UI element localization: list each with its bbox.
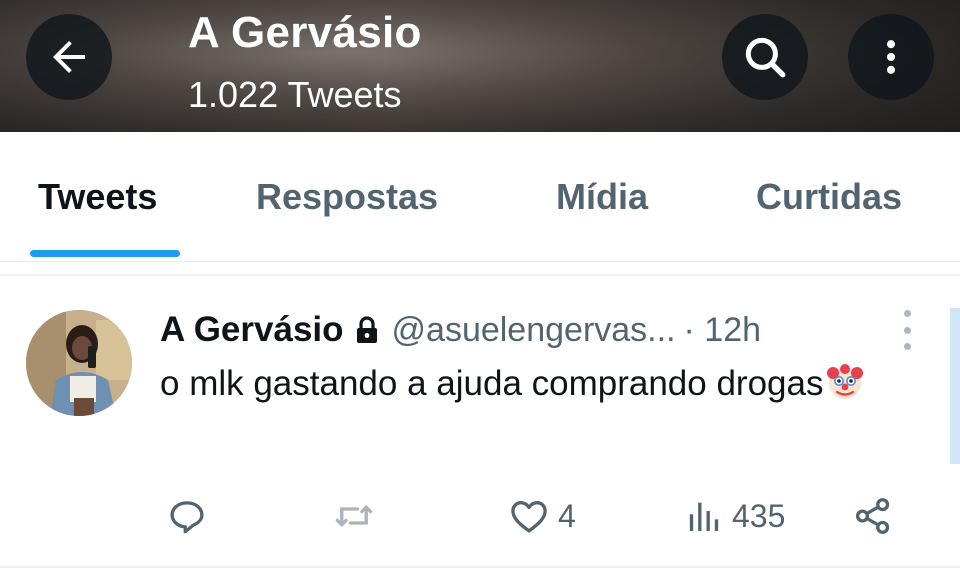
tweet-more-icon[interactable]: [896, 310, 918, 350]
retweet-icon: [335, 505, 373, 527]
lock-icon: [354, 315, 380, 345]
tweet-actions: 4 435: [0, 486, 960, 546]
retweet-button[interactable]: [332, 486, 384, 546]
search-button[interactable]: [722, 14, 808, 100]
like-count: 4: [558, 497, 576, 534]
tweet-item[interactable]: A Gervásio @asuelengervas... · 12h o mlk…: [0, 276, 960, 566]
header-tweet-count: 1.022 Tweets: [188, 74, 402, 115]
tab-tweets[interactable]: Tweets: [38, 176, 157, 218]
views-bar-chart-icon: [689, 502, 719, 531]
search-icon: [745, 37, 786, 78]
profile-tabs: Tweets Respostas Mídia Curtidas: [0, 132, 960, 262]
tweet-text: o mlk gastando a ajuda comprando drogas: [160, 358, 900, 416]
banner-overlay: [0, 0, 960, 132]
tweet-header: A Gervásio @asuelengervas... · 12h: [160, 306, 761, 354]
tab-midia[interactable]: Mídia: [556, 176, 648, 218]
views-count: 435: [732, 497, 786, 534]
tweet-timestamp[interactable]: · 12h: [684, 311, 762, 350]
like-button[interactable]: 4: [508, 486, 576, 546]
back-button[interactable]: [26, 14, 112, 100]
tab-curtidas[interactable]: Curtidas: [756, 176, 902, 218]
avatar-photo: [26, 310, 132, 416]
scroll-indicator: [950, 308, 960, 464]
avatar[interactable]: [26, 310, 132, 416]
divider: [0, 566, 960, 568]
views-button[interactable]: 435: [684, 486, 785, 546]
active-tab-indicator: [30, 250, 180, 257]
reply-button[interactable]: [166, 486, 216, 546]
author-handle[interactable]: @asuelengervas...: [392, 311, 676, 350]
more-vertical-icon: [886, 40, 896, 74]
profile-header-banner: A Gervásio 1.022 Tweets: [0, 0, 960, 132]
tab-respostas[interactable]: Respostas: [256, 176, 438, 218]
share-button[interactable]: [852, 486, 894, 546]
share-icon: [855, 498, 890, 534]
clown-face-icon: [825, 361, 865, 416]
header-title: A Gervásio: [188, 8, 422, 57]
tweet-text-content: o mlk gastando a ajuda comprando drogas: [160, 364, 824, 403]
arrow-left-icon: [53, 41, 85, 73]
heart-icon: [511, 501, 547, 533]
author-name[interactable]: A Gervásio: [160, 310, 344, 350]
more-options-button[interactable]: [848, 14, 934, 100]
reply-icon: [170, 501, 204, 534]
